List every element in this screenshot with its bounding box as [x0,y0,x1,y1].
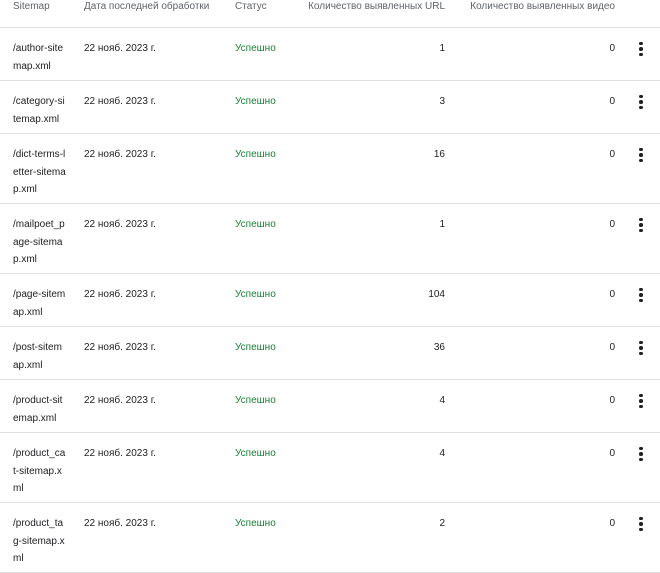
status-text: Успешно [235,43,276,54]
column-header-date[interactable]: Дата последней обработки [84,0,209,13]
more-vert-icon[interactable] [632,513,650,535]
status-text: Успешно [235,448,276,459]
table-row[interactable]: /post-sitemap.xml 22 нояб. 2023 г. Успеш… [0,327,660,380]
video-count: 0 [609,342,615,353]
sitemap-path: /post-sitemap.xml [13,342,62,371]
processed-date: 22 нояб. 2023 г. [84,289,156,300]
sitemap-path: /product_cat-sitemap.xml [13,448,66,494]
table-row[interactable]: /author-sitemap.xml 22 нояб. 2023 г. Усп… [0,28,660,81]
video-count: 0 [609,518,615,529]
sitemap-path: /product-sitemap.xml [13,395,63,424]
url-count: 4 [439,448,445,459]
more-vert-icon[interactable] [632,284,650,306]
status-text: Успешно [235,149,276,160]
video-count: 0 [609,289,615,300]
more-vert-icon[interactable] [632,214,650,236]
more-vert-icon[interactable] [632,337,650,359]
sitemap-path: /product_tag-sitemap.xml [13,518,65,564]
url-count: 1 [439,43,445,54]
processed-date: 22 нояб. 2023 г. [84,96,156,107]
table-row[interactable]: /page-sitemap.xml 22 нояб. 2023 г. Успеш… [0,274,660,327]
processed-date: 22 нояб. 2023 г. [84,219,156,230]
table-row[interactable]: /mailpoet_page-sitemap.xml 22 нояб. 2023… [0,204,660,274]
status-text: Успешно [235,395,276,406]
status-text: Успешно [235,219,276,230]
url-count: 1 [439,219,445,230]
column-header-videos[interactable]: Количество выявленных видео [470,0,615,13]
column-header-status[interactable]: Статус [235,0,267,13]
table-row[interactable]: /product-sitemap.xml 22 нояб. 2023 г. Ус… [0,380,660,433]
sitemap-path: /category-sitemap.xml [13,96,65,125]
video-count: 0 [609,96,615,107]
table-header: Sitemap Дата последней обработки Статус … [0,0,660,28]
url-count: 16 [433,149,445,160]
status-text: Успешно [235,342,276,353]
column-header-urls[interactable]: Количество выявленных URL [308,0,445,13]
table-row[interactable]: /product_cat-sitemap.xml 22 нояб. 2023 г… [0,433,660,503]
url-count: 4 [439,395,445,406]
url-count: 3 [439,96,445,107]
more-vert-icon[interactable] [632,390,650,412]
status-text: Успешно [235,289,276,300]
url-count: 36 [433,342,445,353]
url-count: 104 [428,289,445,300]
sitemaps-table: Sitemap Дата последней обработки Статус … [0,0,660,573]
processed-date: 22 нояб. 2023 г. [84,395,156,406]
sitemap-path: /mailpoet_page-sitemap.xml [13,219,65,265]
processed-date: 22 нояб. 2023 г. [84,518,156,529]
video-count: 0 [609,219,615,230]
processed-date: 22 нояб. 2023 г. [84,43,156,54]
video-count: 0 [609,149,615,160]
more-vert-icon[interactable] [632,91,650,113]
sitemap-path: /page-sitemap.xml [13,289,66,318]
url-count: 2 [439,518,445,529]
more-vert-icon[interactable] [632,144,650,166]
processed-date: 22 нояб. 2023 г. [84,342,156,353]
video-count: 0 [609,43,615,54]
table-row[interactable]: /dict-terms-letter-sitemap.xml 22 нояб. … [0,134,660,204]
table-row[interactable]: /category-sitemap.xml 22 нояб. 2023 г. У… [0,81,660,134]
sitemap-path: /dict-terms-letter-sitemap.xml [13,149,66,195]
sitemap-path: /author-sitemap.xml [13,43,64,72]
status-text: Успешно [235,96,276,107]
more-vert-icon[interactable] [632,443,650,465]
video-count: 0 [609,448,615,459]
column-header-sitemap[interactable]: Sitemap [13,0,50,13]
video-count: 0 [609,395,615,406]
more-vert-icon[interactable] [632,38,650,60]
processed-date: 22 нояб. 2023 г. [84,448,156,459]
table-row[interactable]: /product_tag-sitemap.xml 22 нояб. 2023 г… [0,503,660,573]
status-text: Успешно [235,518,276,529]
processed-date: 22 нояб. 2023 г. [84,149,156,160]
